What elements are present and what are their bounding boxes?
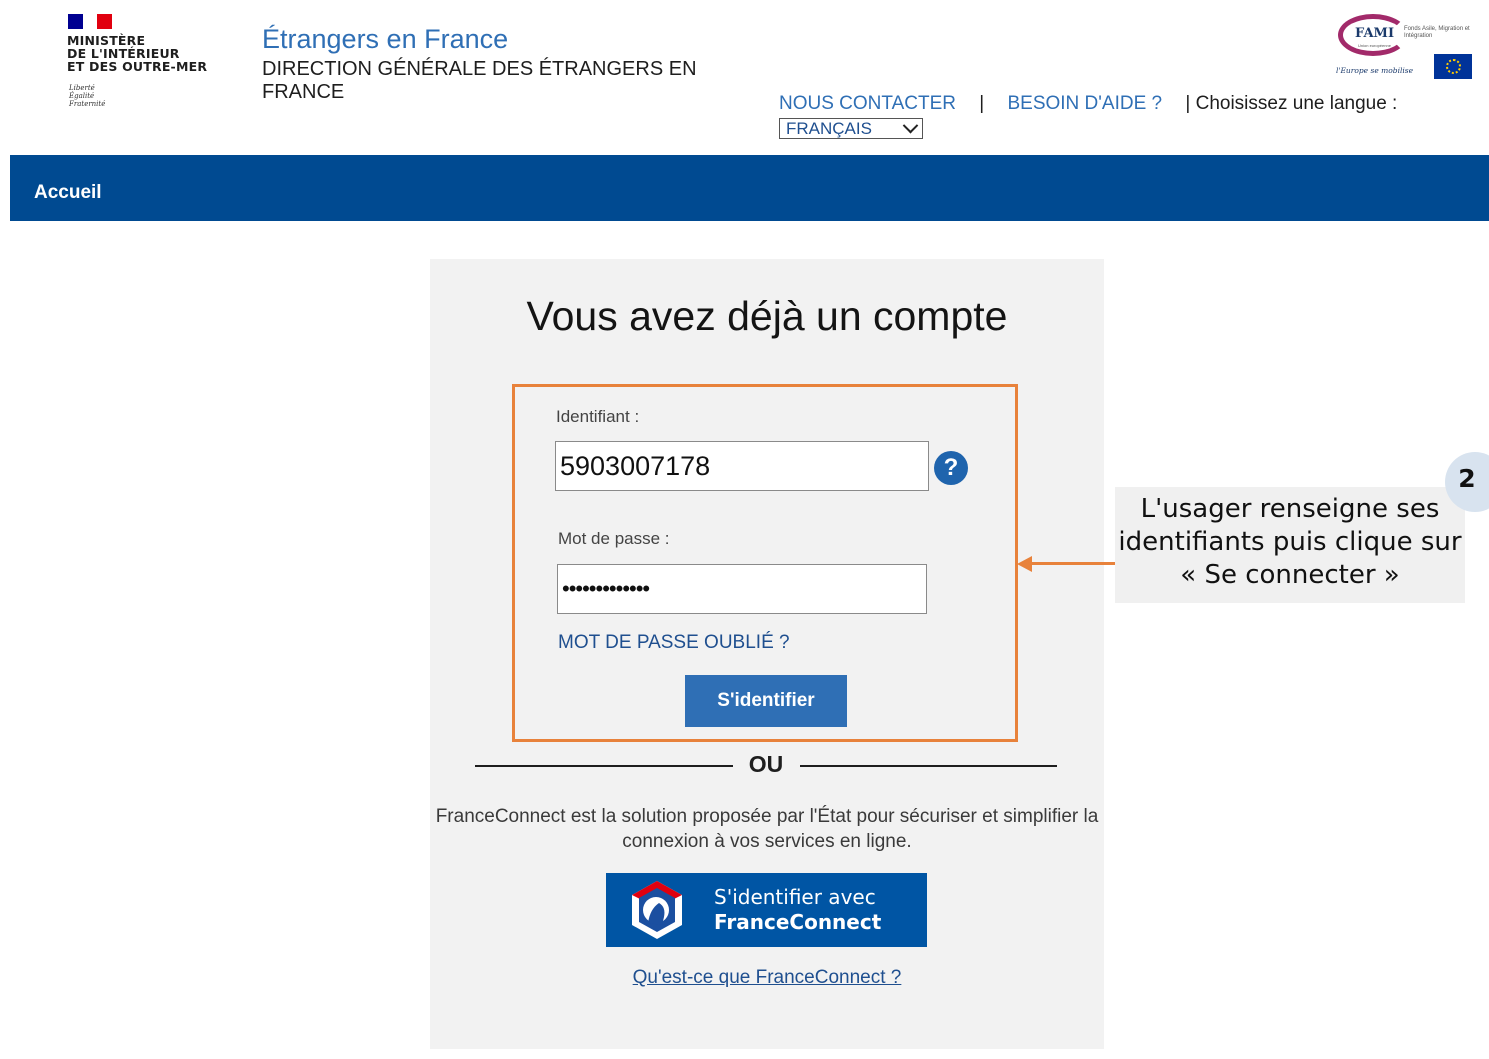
step-badge-container: 2: [1435, 440, 1489, 520]
identifier-value: 5903007178: [560, 450, 711, 481]
login-title: Vous avez déjà un compte: [526, 293, 1008, 339]
language-prompt: | Choisissez une langue :: [1185, 93, 1398, 114]
chevron-down-icon: [902, 117, 919, 134]
identifier-input[interactable]: 5903007178: [555, 441, 929, 491]
fami-logo: FAMI Fonds Asile, Migration et Intégrati…: [1334, 12, 1476, 82]
fami-logo-tagline: l'Europe se mobilise: [1336, 66, 1414, 75]
password-input[interactable]: •••••••••••••: [557, 564, 927, 614]
franceconnect-info-link[interactable]: Qu'est-ce que FranceConnect ?: [430, 967, 1104, 989]
eu-flag-icon: [1434, 54, 1472, 79]
annotation-text: L'usager renseigne ses identifiants puis…: [1118, 494, 1462, 590]
language-selected-value: FRANÇAIS: [786, 118, 872, 138]
republique-francaise-flag: [68, 14, 113, 29]
password-value: •••••••••••••: [562, 576, 650, 601]
franceconnect-button-label: S'identifier avec FranceConnect: [714, 885, 882, 934]
main-nav-bar: Accueil: [10, 155, 1489, 221]
republic-motto: Liberté Égalité Fraternité: [69, 84, 106, 108]
password-label: Mot de passe :: [558, 529, 670, 548]
contact-link[interactable]: NOUS CONTACTER: [779, 93, 956, 114]
separator-line-left: [475, 765, 733, 767]
help-question-icon[interactable]: ?: [934, 451, 968, 485]
identifier-label: Identifiant :: [556, 407, 640, 426]
or-separator-text: OU: [748, 751, 784, 777]
franceconnect-button[interactable]: S'identifier avec FranceConnect: [606, 873, 927, 947]
ministry-name: MINISTÈRE DE L'INTÉRIEUR ET DES OUTRE-ME…: [67, 33, 208, 74]
fami-logo-name: FAMI: [1355, 26, 1395, 41]
fami-logo-eu-text: Union européenne: [1358, 43, 1391, 48]
site-title[interactable]: Étrangers en France: [262, 24, 508, 55]
header-links: NOUS CONTACTER | BESOIN D'AIDE ? | Chois…: [779, 93, 1397, 115]
forgot-password-link[interactable]: MOT DE PASSE OUBLIÉ ?: [558, 632, 790, 654]
separator-line-right: [800, 765, 1057, 767]
site-subtitle: DIRECTION GÉNÉRALE DES ÉTRANGERS EN FRAN…: [262, 58, 697, 103]
login-submit-button[interactable]: S'identifier: [685, 675, 847, 727]
link-separator: |: [979, 93, 985, 114]
franceconnect-description: FranceConnect est la solution proposée p…: [435, 806, 1099, 852]
fami-logo-small-text: Fonds Asile, Migration et Intégration: [1404, 26, 1470, 39]
nav-home-link[interactable]: Accueil: [34, 182, 102, 204]
annotation-arrow-head-icon: [1017, 556, 1032, 572]
franceconnect-logo-icon: [626, 879, 688, 941]
help-link[interactable]: BESOIN D'AIDE ?: [1007, 93, 1162, 114]
step-badge-number: 2: [1458, 464, 1476, 493]
annotation-arrow-line: [1030, 562, 1116, 565]
language-select[interactable]: FRANÇAIS: [779, 117, 923, 139]
